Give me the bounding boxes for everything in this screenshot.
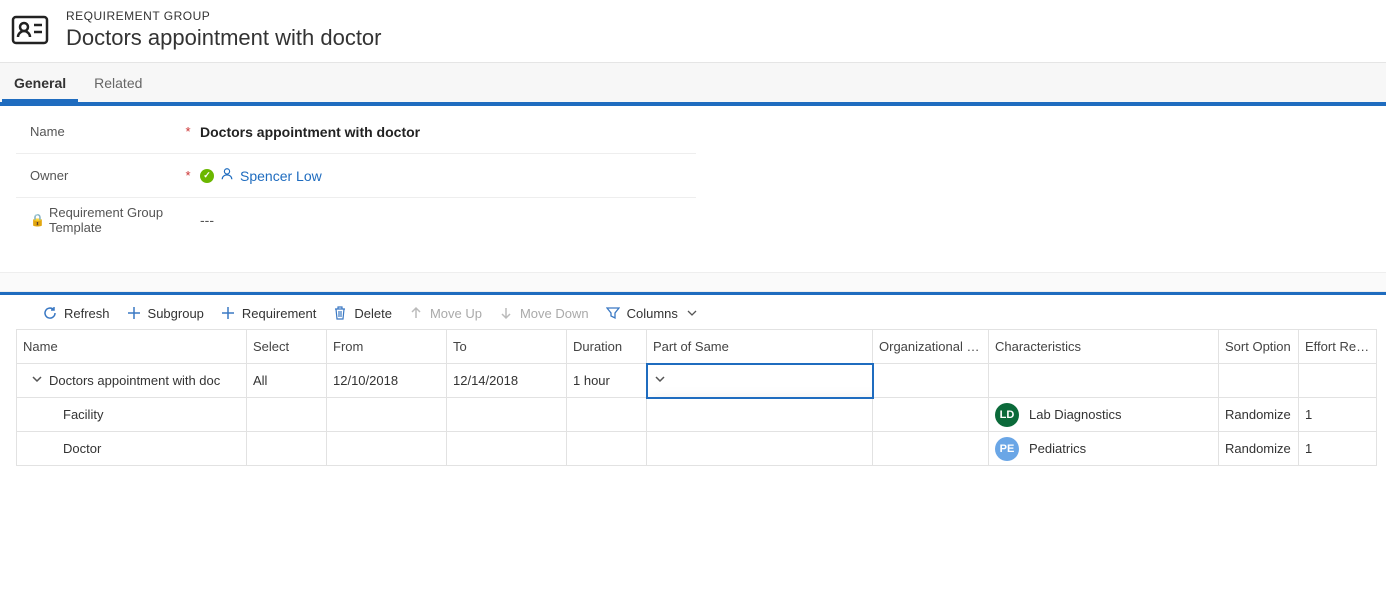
cell-select[interactable]: All	[247, 364, 327, 398]
entity-type-label: REQUIREMENT GROUP	[66, 9, 382, 23]
columns-button[interactable]: Columns	[605, 305, 700, 321]
arrow-up-icon	[408, 305, 424, 321]
col-duration[interactable]: Duration	[567, 330, 647, 364]
cell-sortoption[interactable]: Randomize	[1219, 432, 1299, 466]
col-sortoption[interactable]: Sort Option	[1219, 330, 1299, 364]
name-field[interactable]: Doctors appointment with doctor	[200, 124, 696, 140]
cell-name[interactable]: Facility	[17, 398, 247, 432]
col-name[interactable]: Name	[17, 330, 247, 364]
cell-orgunit[interactable]	[873, 364, 989, 398]
chevron-down-icon	[654, 373, 666, 388]
owner-label: Owner	[16, 168, 176, 183]
template-label: 🔒 Requirement Group Template	[16, 205, 176, 235]
characteristic-badge: PE	[995, 437, 1019, 461]
lock-icon: 🔒	[30, 213, 45, 227]
cell-characteristics[interactable]: PE Pediatrics	[989, 432, 1219, 466]
trash-icon	[332, 305, 348, 321]
cell-sortoption[interactable]	[1219, 364, 1299, 398]
field-row-template: 🔒 Requirement Group Template ---	[16, 198, 696, 242]
tab-general[interactable]: General	[0, 63, 80, 102]
requirements-grid-section: Refresh Subgroup Requirement Delete Move…	[0, 295, 1386, 466]
requirement-button[interactable]: Requirement	[220, 305, 316, 321]
chevron-down-icon	[684, 305, 700, 321]
template-field: ---	[200, 212, 696, 228]
col-effort[interactable]: Effort Require	[1299, 330, 1377, 364]
filter-icon	[605, 305, 621, 321]
characteristic-text: Pediatrics	[1029, 441, 1086, 456]
cell-from[interactable]: 12/10/2018	[327, 364, 447, 398]
col-partofsame[interactable]: Part of Same	[647, 330, 873, 364]
grid-command-bar: Refresh Subgroup Requirement Delete Move…	[16, 295, 1386, 329]
name-label: Name	[16, 124, 176, 139]
cell-to[interactable]: 12/14/2018	[447, 364, 567, 398]
col-to[interactable]: To	[447, 330, 567, 364]
owner-field[interactable]: ✓ Spencer Low	[200, 167, 696, 184]
cell-characteristics[interactable]	[989, 364, 1219, 398]
col-characteristics[interactable]: Characteristics	[989, 330, 1219, 364]
characteristic-badge: LD	[995, 403, 1019, 427]
requirements-table: Name Select From To Duration Part of Sam…	[16, 329, 1377, 466]
table-row[interactable]: Doctor PE Pediatrics Randomize 1	[17, 432, 1377, 466]
person-icon	[220, 167, 234, 184]
tab-related[interactable]: Related	[80, 63, 156, 102]
table-header-row: Name Select From To Duration Part of Sam…	[17, 330, 1377, 364]
entity-icon	[8, 8, 52, 52]
arrow-down-icon	[498, 305, 514, 321]
cell-name[interactable]: Doctors appointment with doc	[17, 364, 247, 398]
move-up-button: Move Up	[408, 305, 482, 321]
refresh-button[interactable]: Refresh	[42, 305, 110, 321]
required-indicator: *	[176, 124, 200, 139]
cell-effort[interactable]	[1299, 364, 1377, 398]
table-row[interactable]: Doctors appointment with doc All 12/10/2…	[17, 364, 1377, 398]
refresh-icon	[42, 305, 58, 321]
subgroup-button[interactable]: Subgroup	[126, 305, 204, 321]
template-label-text: Requirement Group Template	[49, 205, 176, 235]
required-indicator: *	[176, 168, 200, 183]
cell-name[interactable]: Doctor	[17, 432, 247, 466]
col-orgunit[interactable]: Organizational Unit	[873, 330, 989, 364]
plus-icon	[126, 305, 142, 321]
plus-icon	[220, 305, 236, 321]
cell-duration[interactable]: 1 hour	[567, 364, 647, 398]
field-row-owner: Owner * ✓ Spencer Low	[16, 154, 696, 198]
delete-button[interactable]: Delete	[332, 305, 392, 321]
table-row[interactable]: Facility LD Lab Diagnostics Randomize 1	[17, 398, 1377, 432]
characteristic-text: Lab Diagnostics	[1029, 407, 1122, 422]
cell-effort[interactable]: 1	[1299, 432, 1377, 466]
owner-link[interactable]: Spencer Low	[240, 168, 322, 184]
cell-characteristics[interactable]: LD Lab Diagnostics	[989, 398, 1219, 432]
chevron-down-icon[interactable]	[31, 373, 43, 388]
presence-icon: ✓	[200, 169, 214, 183]
section-gap	[0, 272, 1386, 292]
col-from[interactable]: From	[327, 330, 447, 364]
field-row-name: Name * Doctors appointment with doctor	[16, 110, 696, 154]
cell-effort[interactable]: 1	[1299, 398, 1377, 432]
page-title: Doctors appointment with doctor	[66, 25, 382, 51]
move-down-button: Move Down	[498, 305, 589, 321]
form-general: Name * Doctors appointment with doctor O…	[0, 106, 1386, 272]
partofsame-flyout: Organizational Unit Resource Tree Locati…	[648, 397, 873, 398]
cell-sortoption[interactable]: Randomize	[1219, 398, 1299, 432]
tab-strip: General Related	[0, 62, 1386, 102]
page-header: REQUIREMENT GROUP Doctors appointment wi…	[0, 0, 1386, 62]
col-select[interactable]: Select	[247, 330, 327, 364]
cell-partofsame-dropdown[interactable]: Organizational Unit Resource Tree Locati…	[647, 364, 873, 398]
